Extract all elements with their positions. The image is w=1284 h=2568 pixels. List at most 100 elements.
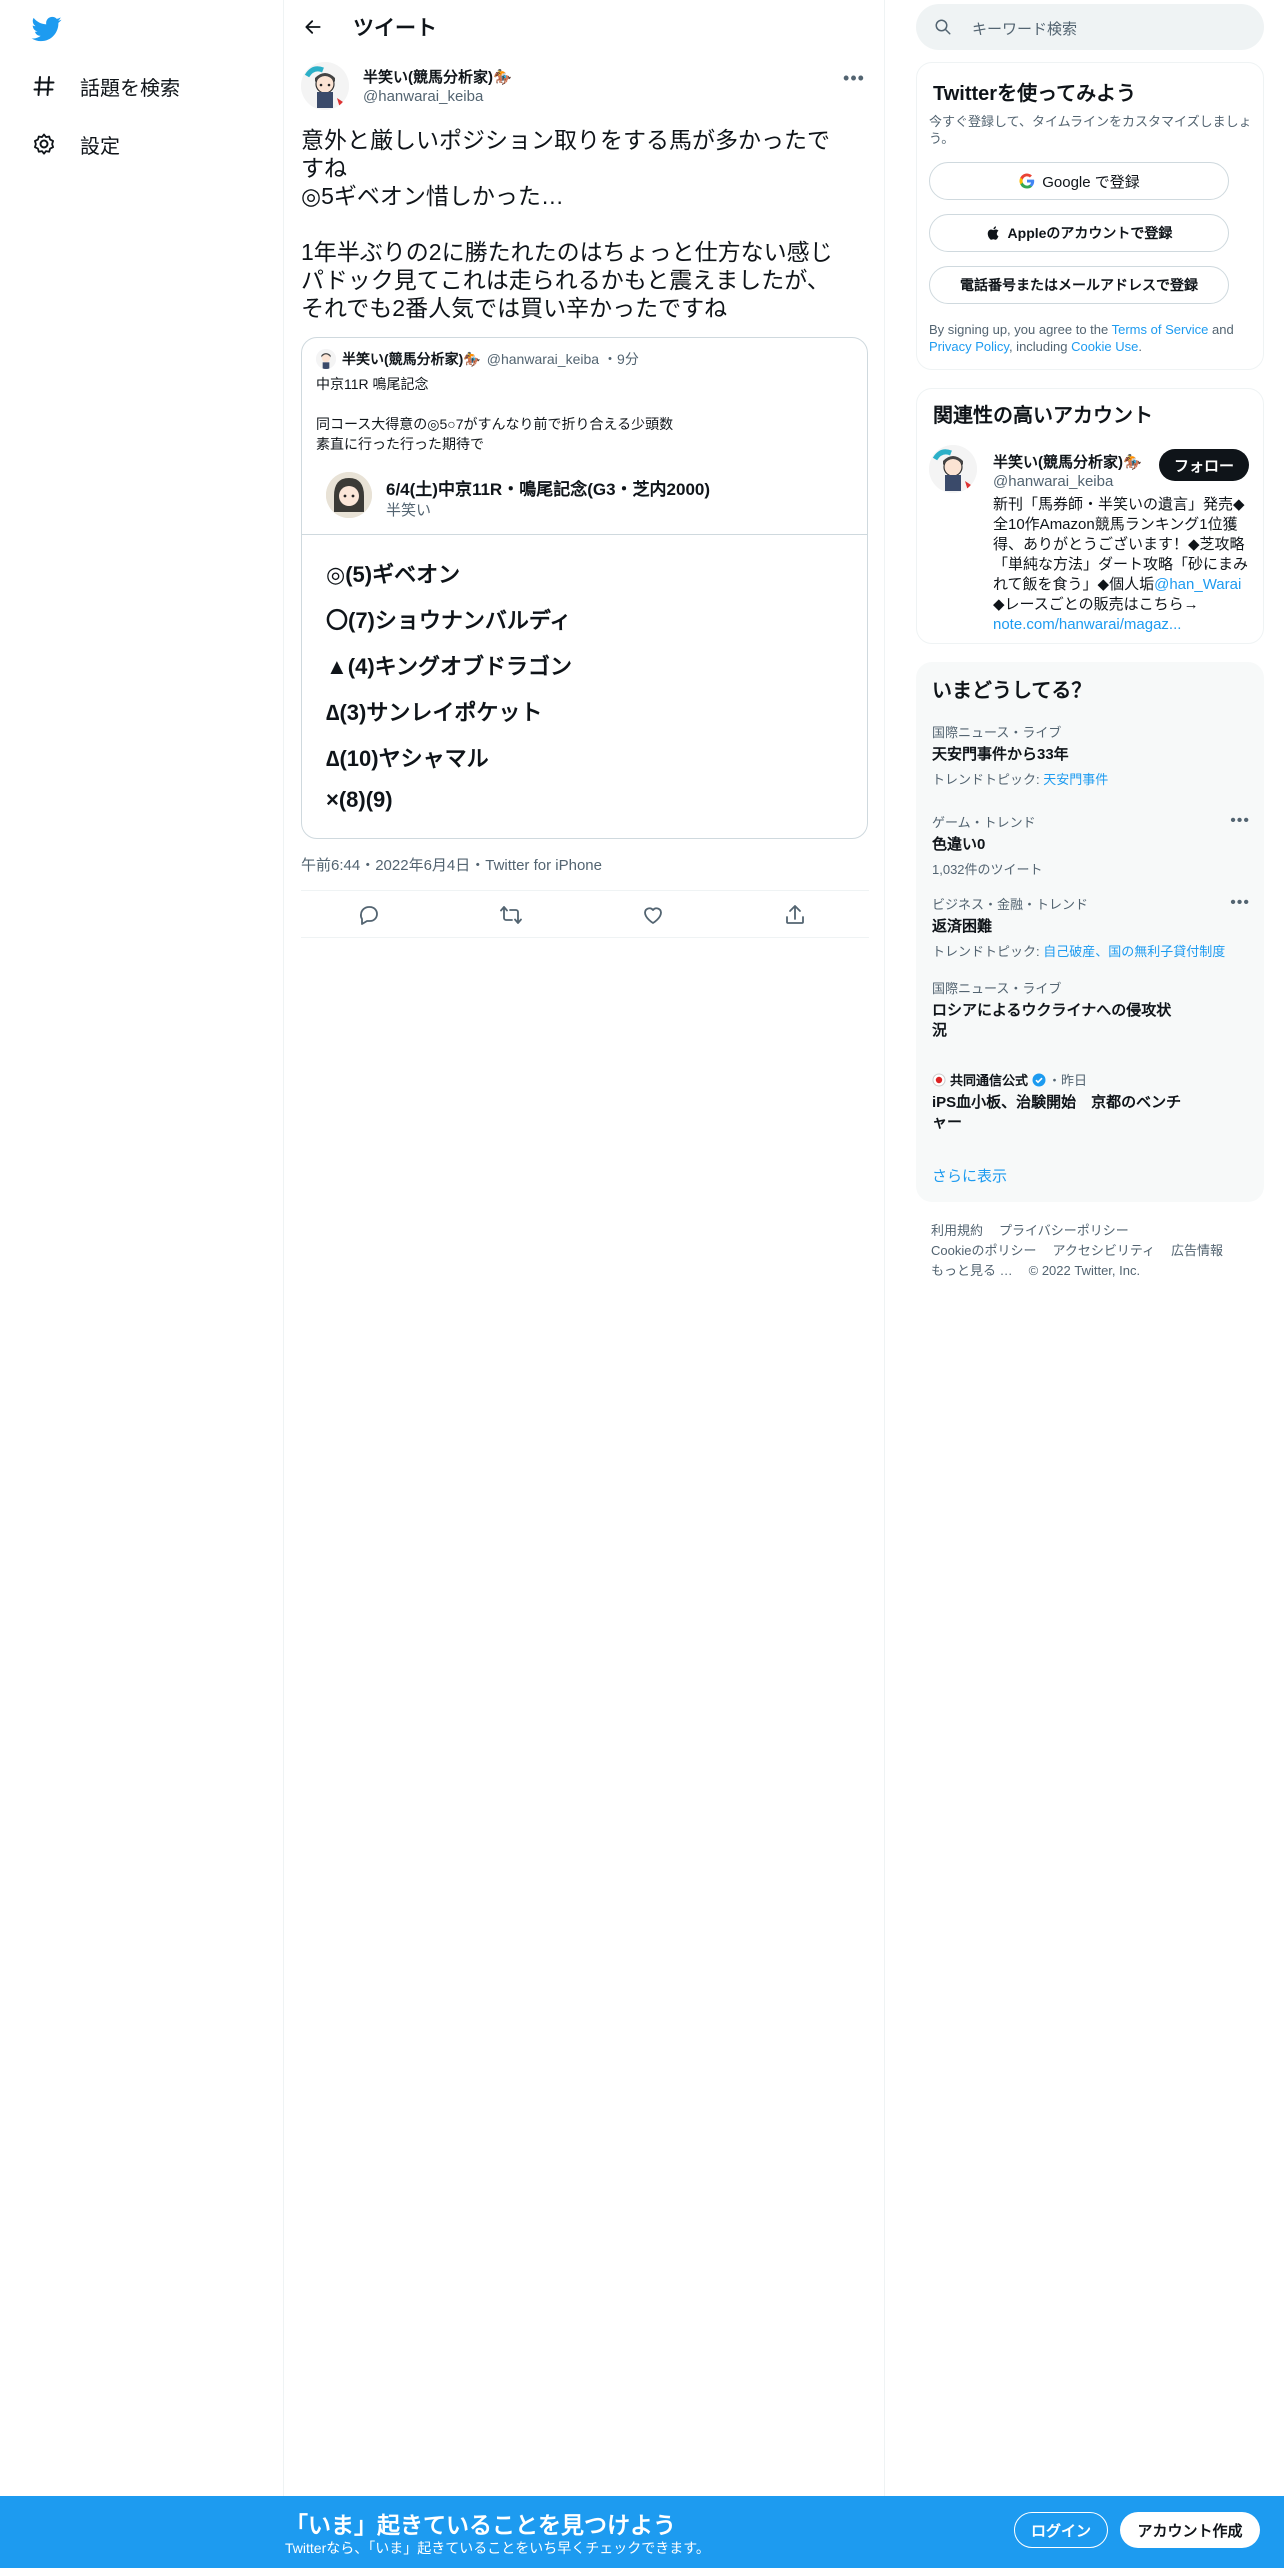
create-account-button[interactable]: アカウント作成	[1120, 2512, 1260, 2548]
bio-text-2: ◆レースごとの販売はこちら→	[993, 596, 1199, 613]
trend-extra: トレンドトピック: 自己破産、国の無利子貸付制度	[932, 941, 1250, 960]
author-name[interactable]: 半笑い(競馬分析家)🏇	[363, 66, 512, 87]
trend-meta: 国際ニュース・ライブ	[932, 981, 1062, 996]
trend-extra-label: トレンドトピック:	[932, 772, 1044, 787]
retweet-icon[interactable]	[499, 903, 523, 927]
footer-link[interactable]: 利用規約	[931, 1223, 983, 1238]
legal-text-2: and	[1208, 322, 1234, 337]
quote-author-name: 半笑い(競馬分析家)🏇	[342, 351, 481, 367]
related-accounts: 関連性の高いアカウント 半笑い(競馬分析家)🏇 @hanwarai_keiba …	[916, 388, 1264, 644]
trend-item[interactable]: 国際ニュース・ライブ 天安門事件から33年 トレンドトピック: 天安門事件	[932, 722, 1250, 788]
quote-avatar	[316, 349, 336, 369]
share-icon[interactable]	[783, 903, 807, 927]
bottom-signup-bar: 「いま」起きていることを見つけよう Twitterなら、「いま」起きていることを…	[0, 2496, 1284, 2568]
tweet-actions	[301, 890, 869, 938]
pick-item: ∆(3)サンレイポケット	[326, 700, 543, 725]
avatar[interactable]	[929, 445, 977, 493]
trends-title: いまどうしてる？	[932, 680, 1092, 702]
tweet-timestamp[interactable]: 午前6:44・2022年6月4日・Twitter for iPhone	[301, 854, 602, 875]
terms-link[interactable]: Terms of Service	[1112, 322, 1209, 337]
trend-item[interactable]: ゲーム・トレンド 色違い0 1,032件のツイート •••	[932, 812, 1250, 878]
follow-button[interactable]: フォロー	[1159, 449, 1249, 481]
main-column: ツイート 半笑い(競馬分析家)🏇 @hanwarai_keiba ••• 意外と…	[285, 0, 885, 2568]
trend-extra-link[interactable]: 天安門事件	[1043, 772, 1108, 787]
quote-card: 6/4(土)中京11R・鳴尾記念(G3・芝内2000) 半笑い	[326, 472, 710, 519]
nav-settings[interactable]: 設定	[30, 124, 120, 164]
trend-item[interactable]: 国際ニュース・ライブ ロシアによるウクライナへの侵攻状況	[932, 978, 1172, 1041]
trend-source-time: ・昨日	[1048, 1073, 1088, 1088]
trend-topic: iPS血小板、治験開始 京都のベンチャー	[932, 1094, 1182, 1131]
more-icon[interactable]: •••	[1230, 812, 1250, 830]
pick-item: ×(8)(9)	[326, 787, 393, 812]
pick-item: 〇(7)ショウナンバルディ	[326, 608, 572, 633]
cookie-link[interactable]: Cookie Use	[1071, 339, 1138, 354]
nav-explore-label: 話題を検索	[80, 77, 180, 100]
bio-mention-link[interactable]: @han_Warai	[1154, 576, 1241, 593]
card-subtitle: 半笑い	[386, 502, 432, 519]
footer-link[interactable]: アクセシビリティ	[1052, 1243, 1155, 1258]
divider	[302, 534, 867, 535]
main-header: ツイート	[285, 0, 885, 54]
bottom-subtext: Twitterなら、「いま」起きていることをいち早くチェックできます。	[285, 2540, 710, 2556]
trend-extra: 1,032件のツイート	[932, 862, 1043, 877]
trend-extra-link[interactable]: 自己破産、国の無利子貸付制度	[1043, 944, 1225, 959]
signup-title: Twitterを使ってみよう	[933, 83, 1137, 105]
pick-item: ∆(10)ヤシャマル	[326, 746, 489, 771]
show-more-link[interactable]: さらに表示	[932, 1165, 1007, 1186]
privacy-link[interactable]: Privacy Policy	[929, 339, 1009, 354]
search-input[interactable]: キーワード検索	[916, 4, 1264, 50]
more-icon[interactable]: •••	[839, 66, 869, 90]
google-signup-button[interactable]: Google で登録	[929, 162, 1229, 200]
footer-more-link[interactable]: もっと見る …	[931, 1263, 1013, 1278]
related-name[interactable]: 半笑い(競馬分析家)🏇	[993, 451, 1142, 472]
author-handle[interactable]: @hanwarai_keiba	[363, 88, 483, 105]
pick-item: ◎(5)ギベオン	[326, 562, 461, 587]
footer-row: 利用規約 プライバシーポリシー	[931, 1220, 1271, 1239]
apple-signup-label: Appleのアカウントで登録	[1007, 225, 1173, 241]
trend-topic: 色違い0	[932, 836, 986, 853]
verified-badge-icon	[1032, 1073, 1046, 1087]
nav-explore[interactable]: 話題を検索	[30, 66, 180, 106]
card-avatar	[326, 472, 372, 518]
legal-text-1: By signing up, you agree to the	[929, 322, 1112, 337]
trend-item[interactable]: ビジネス・金融・トレンド 返済困難 トレンドトピック: 自己破産、国の無利子貸付…	[932, 894, 1250, 960]
trend-extra: トレンドトピック: 天安門事件	[932, 769, 1250, 788]
avatar[interactable]	[301, 62, 349, 110]
footer-link[interactable]: Cookieのポリシー	[931, 1243, 1036, 1258]
search-icon	[934, 18, 952, 36]
trend-topic: 天安門事件から33年	[932, 746, 1069, 763]
quote-header: 半笑い(競馬分析家)🏇 @hanwarai_keiba ・9分	[316, 349, 639, 369]
apple-signup-button[interactable]: Appleのアカウントで登録	[929, 214, 1229, 252]
google-icon	[1018, 172, 1036, 190]
pick-item: ▲(4)キングオブドラゴン	[326, 654, 573, 679]
nav-settings-label: 設定	[80, 135, 120, 158]
google-signup-label: Google で登録	[1042, 173, 1140, 191]
related-handle[interactable]: @hanwarai_keiba	[993, 473, 1113, 490]
phone-signup-button[interactable]: 電話番号またはメールアドレスで登録	[929, 266, 1229, 304]
related-title: 関連性の高いアカウント	[933, 405, 1153, 427]
footer-link[interactable]: プライバシーポリシー	[999, 1223, 1129, 1238]
login-button[interactable]: ログイン	[1014, 2512, 1108, 2548]
more-icon[interactable]: •••	[1230, 894, 1250, 912]
bottom-headline: 「いま」起きていることを見つけよう	[285, 2512, 676, 2538]
like-icon[interactable]	[641, 903, 665, 927]
trend-source-name: 共同通信公式	[950, 1073, 1029, 1088]
twitter-bird-icon[interactable]	[30, 14, 64, 44]
search-placeholder: キーワード検索	[972, 21, 1078, 38]
footer-link[interactable]: 広告情報	[1171, 1243, 1223, 1258]
footer-row: もっと見る … © 2022 Twitter, Inc.	[931, 1260, 1271, 1279]
trend-item[interactable]: 共同通信公式 ・昨日 iPS血小板、治験開始 京都のベンチャー	[932, 1070, 1182, 1133]
trend-meta: 共同通信公式 ・昨日	[932, 1070, 1182, 1089]
quote-text: 中京11R 鳴尾記念 同コース大得意の◎5○7がすんなり前で折り合える少頭数 素…	[316, 376, 674, 452]
trend-topic: ロシアによるウクライナへの侵攻状況	[932, 1002, 1172, 1039]
quote-time: ・9分	[603, 351, 639, 367]
reply-icon[interactable]	[357, 903, 381, 927]
back-arrow-icon[interactable]	[295, 9, 331, 45]
card-title: 6/4(土)中京11R・鳴尾記念(G3・芝内2000)	[386, 480, 711, 499]
trend-meta: 国際ニュース・ライブ	[932, 725, 1062, 740]
footer-row: Cookieのポリシー アクセシビリティ 広告情報	[931, 1240, 1271, 1259]
left-nav: 話題を検索 設定	[0, 0, 284, 2568]
quote-tweet[interactable]: 半笑い(競馬分析家)🏇 @hanwarai_keiba ・9分 中京11R 鳴尾…	[301, 337, 868, 839]
bio-url-link[interactable]: note.com/hanwarai/magaz...	[993, 616, 1181, 633]
page-title: ツイート	[353, 17, 437, 40]
